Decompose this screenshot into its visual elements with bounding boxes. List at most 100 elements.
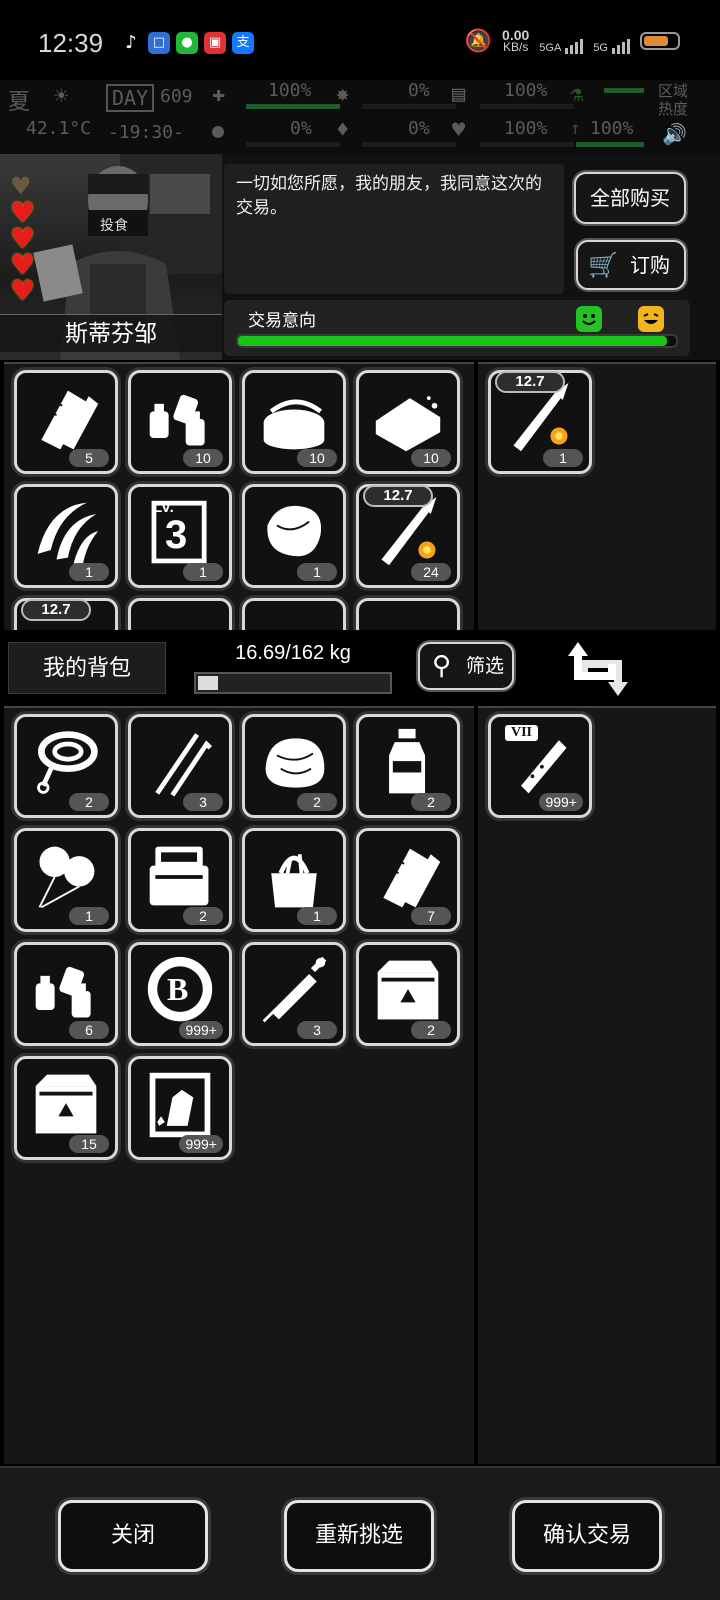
signal-5ga: 5GA xyxy=(539,28,584,54)
trader-item-slot[interactable] xyxy=(242,598,346,630)
item-count: 2 xyxy=(411,793,451,811)
trader-offer-slot[interactable]: 12.7 1 xyxy=(488,370,592,474)
rope-icon xyxy=(37,731,98,794)
backpack-item-slot[interactable]: 3 xyxy=(128,714,232,818)
speaker-icon[interactable]: 🔊 xyxy=(662,122,687,146)
item-count: 10 xyxy=(297,449,337,467)
reselect-button[interactable]: 重新挑选 xyxy=(284,1500,434,1572)
item-count: 1 xyxy=(69,563,109,581)
bottles-icon xyxy=(149,394,205,446)
trader-item-slot[interactable]: 10 xyxy=(242,370,346,474)
trader-item-slot[interactable]: 1 xyxy=(14,484,118,588)
signal-label: 5G xyxy=(593,42,608,54)
trader-inventory: 5 10 10 10 1 LV. 3 1 1 12.7 24 12.7 xyxy=(4,362,474,630)
my-offer-slot[interactable]: VII 999+ xyxy=(488,714,592,818)
backpack-item-slot[interactable]: 2 xyxy=(356,714,460,818)
signal-5g: 5G xyxy=(593,28,630,54)
toolbox-icon xyxy=(149,846,209,906)
stamina-icon: ▤ xyxy=(452,82,466,107)
syringe-icon xyxy=(262,956,327,1023)
trader-item-slot[interactable]: 5 xyxy=(14,370,118,474)
caliber-badge: 12.7 xyxy=(363,485,433,507)
tool-bag-icon xyxy=(271,854,317,908)
bleeding-value: 0% xyxy=(408,118,430,139)
backpack-item-slot[interactable]: 7 xyxy=(356,828,460,932)
backpack-item-slot[interactable]: 6 xyxy=(14,942,118,1046)
trade-intent-bar xyxy=(236,334,678,348)
net-speed-unit: KB/s xyxy=(503,40,529,54)
infection-value: 0% xyxy=(408,80,430,101)
stamina-bar xyxy=(480,104,574,109)
bleeding-bar xyxy=(362,142,456,147)
order-label: 订购 xyxy=(630,253,670,277)
swap-icon[interactable] xyxy=(568,638,628,700)
backpack-weight: 16.69/162 kg xyxy=(235,642,351,664)
signal-bars-icon xyxy=(565,39,584,54)
trader-item-slot[interactable] xyxy=(356,598,460,630)
trader-portrait: 投食 ♥ ♥ ♥ ♥ ♥ 斯蒂芬邹 xyxy=(0,154,222,360)
alipay-icon: 支 xyxy=(232,32,254,54)
 xyxy=(371,611,445,630)
wechat-icon: ● xyxy=(176,32,198,54)
tiktok-icon: ♪ xyxy=(125,32,137,53)
svg-text:投食: 投食 xyxy=(100,217,128,234)
lockpick-icon xyxy=(155,733,212,797)
cart-icon: 🛒 xyxy=(588,251,618,279)
health-value: 100% xyxy=(268,80,312,101)
happy-face-icon xyxy=(576,306,602,332)
close-button[interactable]: 关闭 xyxy=(58,1500,208,1572)
trader-item-slot[interactable] xyxy=(128,598,232,630)
bottom-action-bar: 关闭 重新挑选 确认交易 xyxy=(0,1466,720,1600)
signal-label: 5GA xyxy=(539,42,562,54)
network-speed: 0.00 KB/s xyxy=(502,28,529,54)
weight-bar xyxy=(194,672,392,694)
filter-button[interactable]: ⚲ 筛选 xyxy=(418,642,514,690)
tier-badge: VII xyxy=(505,725,539,741)
trader-item-slot[interactable]: 12.7 xyxy=(14,598,118,630)
environment-bar xyxy=(604,88,644,93)
canned-food-icon xyxy=(263,399,325,450)
trader-item-slot[interactable]: 10 xyxy=(356,370,460,474)
stomach-icon: ● xyxy=(212,118,225,142)
backpack-item-slot[interactable]: 2 xyxy=(242,714,346,818)
confirm-trade-button[interactable]: 确认交易 xyxy=(512,1500,662,1572)
item-count: 5 xyxy=(69,449,109,467)
backpack-item-slot[interactable]: 2 xyxy=(14,714,118,818)
trader-item-slot[interactable]: 1 xyxy=(242,484,346,588)
bread-icon xyxy=(375,396,441,452)
backpack-item-slot[interactable]: 2 xyxy=(356,942,460,1046)
backpack-item-slot[interactable]: 1 xyxy=(14,828,118,932)
mute-icon: 🔕 xyxy=(464,28,493,53)
bullet-icon xyxy=(513,383,569,452)
item-count: 1 xyxy=(69,907,109,925)
search-icon: ⚲ xyxy=(432,651,452,681)
trade-intent-label: 交易意向 xyxy=(248,311,316,331)
bandage-icon xyxy=(383,848,441,908)
virus-icon: ✸ xyxy=(336,82,350,107)
game-clock: -19:30- xyxy=(108,122,184,143)
backpack-item-slot[interactable]: 15 xyxy=(14,1056,118,1160)
water-bottle-icon xyxy=(389,728,426,794)
heart-icon: ♥ xyxy=(452,118,466,143)
bottles-icon xyxy=(35,966,91,1018)
item-count: 999+ xyxy=(179,1021,223,1039)
bullet-icon xyxy=(381,497,437,566)
item-count: 24 xyxy=(411,563,451,581)
backpack-item-slot[interactable]: 1 xyxy=(242,828,346,932)
item-count: 999+ xyxy=(539,793,583,811)
trade-intent-fill xyxy=(238,336,668,346)
trade-intent-panel: 交易意向 xyxy=(224,300,690,356)
backpack-item-slot[interactable]: 2 xyxy=(128,828,232,932)
backpack-item-slot[interactable]: 3 xyxy=(242,942,346,1046)
stats-hud: 夏 ☀ DAY 609 42.1°C -19:30- ✚ 100% ● 0% ✸… xyxy=(0,80,720,154)
order-button[interactable]: 🛒 订购 xyxy=(576,240,686,290)
buy-all-button[interactable]: 全部购买 xyxy=(574,172,686,224)
raw-meat-icon xyxy=(265,738,325,788)
trader-item-slot[interactable]: LV. 3 1 xyxy=(128,484,232,588)
backpack-item-slot[interactable]: B 999+ xyxy=(128,942,232,1046)
trader-item-slot[interactable]: 10 xyxy=(128,370,232,474)
notification-icons: ♪ □ ● ▣ 支 xyxy=(120,32,254,54)
trader-item-slot[interactable]: 12.7 24 xyxy=(356,484,460,588)
backpack-item-slot[interactable]: 999+ xyxy=(128,1056,232,1160)
day-label: DAY xyxy=(106,84,155,112)
